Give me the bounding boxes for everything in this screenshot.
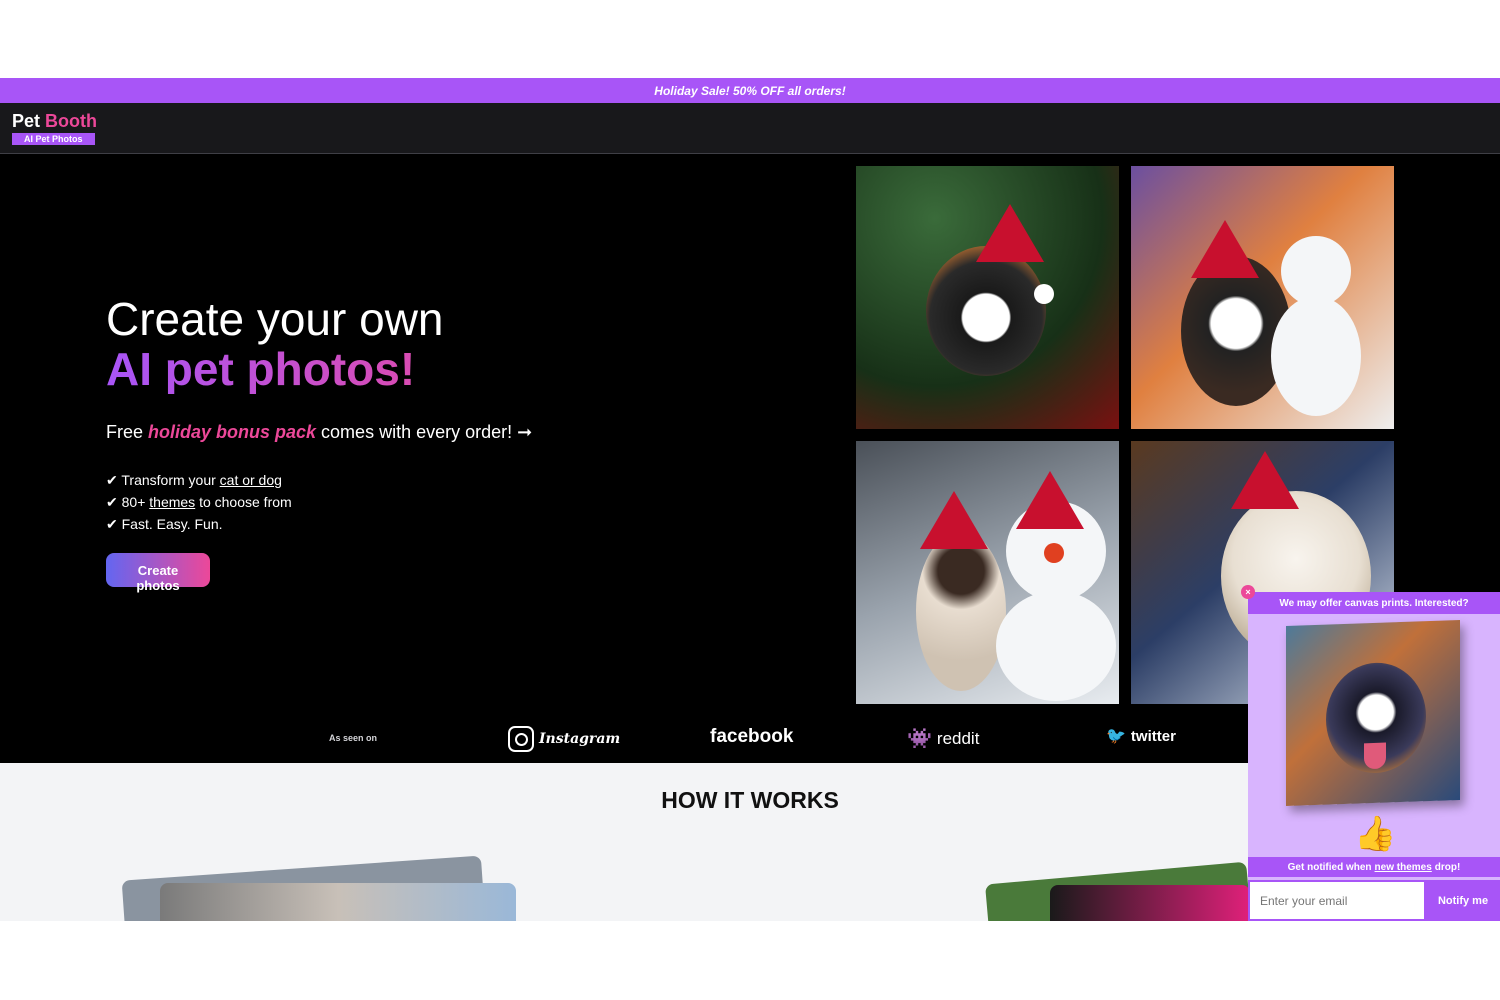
santa-hat-icon <box>976 204 1044 262</box>
popup-header: We may offer canvas prints. Interested? <box>1248 592 1500 614</box>
facebook-logo[interactable]: facebook <box>710 726 793 748</box>
example-card <box>1050 885 1250 921</box>
create-photos-button[interactable]: Create photos <box>106 553 210 593</box>
hero-text: Create your own AI pet photos! Free holi… <box>106 294 532 595</box>
promo-banner[interactable]: Holiday Sale! 50% OFF all orders! <box>0 78 1500 103</box>
feature-item: ✔ 80+ themes to choose from <box>106 494 292 510</box>
reddit-alien-icon: 👾 <box>907 728 932 750</box>
instagram-icon <box>508 726 534 752</box>
thumbs-up-icon[interactable]: 👍 <box>1354 814 1396 854</box>
cat-or-dog-link[interactable]: cat or dog <box>220 472 282 488</box>
hero-subline: Free holiday bonus pack comes with every… <box>106 422 533 442</box>
twitter-bird-icon: 🐦 <box>1106 728 1126 745</box>
feature-item: ✔ Transform your cat or dog <box>106 472 282 488</box>
santa-hat-icon <box>1231 451 1299 509</box>
check-icon: ✔ <box>106 494 118 510</box>
notify-text: Get notified when new themes drop! <box>1248 857 1500 877</box>
navbar: Pet Booth AI Pet Photos <box>0 103 1500 154</box>
notify-me-button[interactable]: Notify me <box>1426 880 1500 921</box>
hero-title-line2: AI pet photos! <box>106 344 532 394</box>
check-icon: ✔ <box>106 472 118 488</box>
hero-title-line1: Create your own <box>106 293 444 345</box>
email-input[interactable] <box>1248 880 1426 921</box>
new-themes-link[interactable]: new themes <box>1375 862 1432 873</box>
reddit-logo[interactable]: 👾 reddit <box>907 726 979 751</box>
instagram-logo[interactable]: Instagram <box>508 726 620 752</box>
promo-text: Holiday Sale! 50% OFF all orders! <box>654 83 846 98</box>
canvas-prints-popup: × We may offer canvas prints. Interested… <box>1241 585 1500 921</box>
notify-form: Notify me <box>1248 880 1500 921</box>
gallery-image-dog-snowman[interactable] <box>1131 166 1394 429</box>
gallery-image-dog-santa[interactable] <box>856 166 1119 429</box>
brand-name: Pet Booth <box>12 111 98 131</box>
feature-list: ✔ Transform your cat or dog ✔ 80+ themes… <box>106 469 532 535</box>
gallery-image-cat-snowman[interactable] <box>856 441 1119 704</box>
as-seen-on-label: As seen on <box>329 733 378 743</box>
close-icon[interactable]: × <box>1241 585 1255 599</box>
check-icon: ✔ <box>106 516 118 532</box>
twitter-logo[interactable]: 🐦 twitter <box>1106 726 1176 746</box>
example-card <box>160 883 516 921</box>
holiday-bonus-highlight: holiday bonus pack <box>148 422 317 442</box>
feature-item: ✔ Fast. Easy. Fun. <box>106 516 223 532</box>
themes-link[interactable]: themes <box>149 494 195 510</box>
browser-viewport: Holiday Sale! 50% OFF all orders! Pet Bo… <box>0 78 1500 921</box>
santa-hat-icon <box>1191 220 1259 278</box>
brand-logo[interactable]: Pet Booth AI Pet Photos <box>12 111 97 145</box>
santa-hat-icon <box>1016 471 1084 529</box>
canvas-print-image <box>1286 619 1460 807</box>
santa-hat-icon <box>920 491 988 549</box>
brand-tagline: AI Pet Photos <box>12 133 95 145</box>
